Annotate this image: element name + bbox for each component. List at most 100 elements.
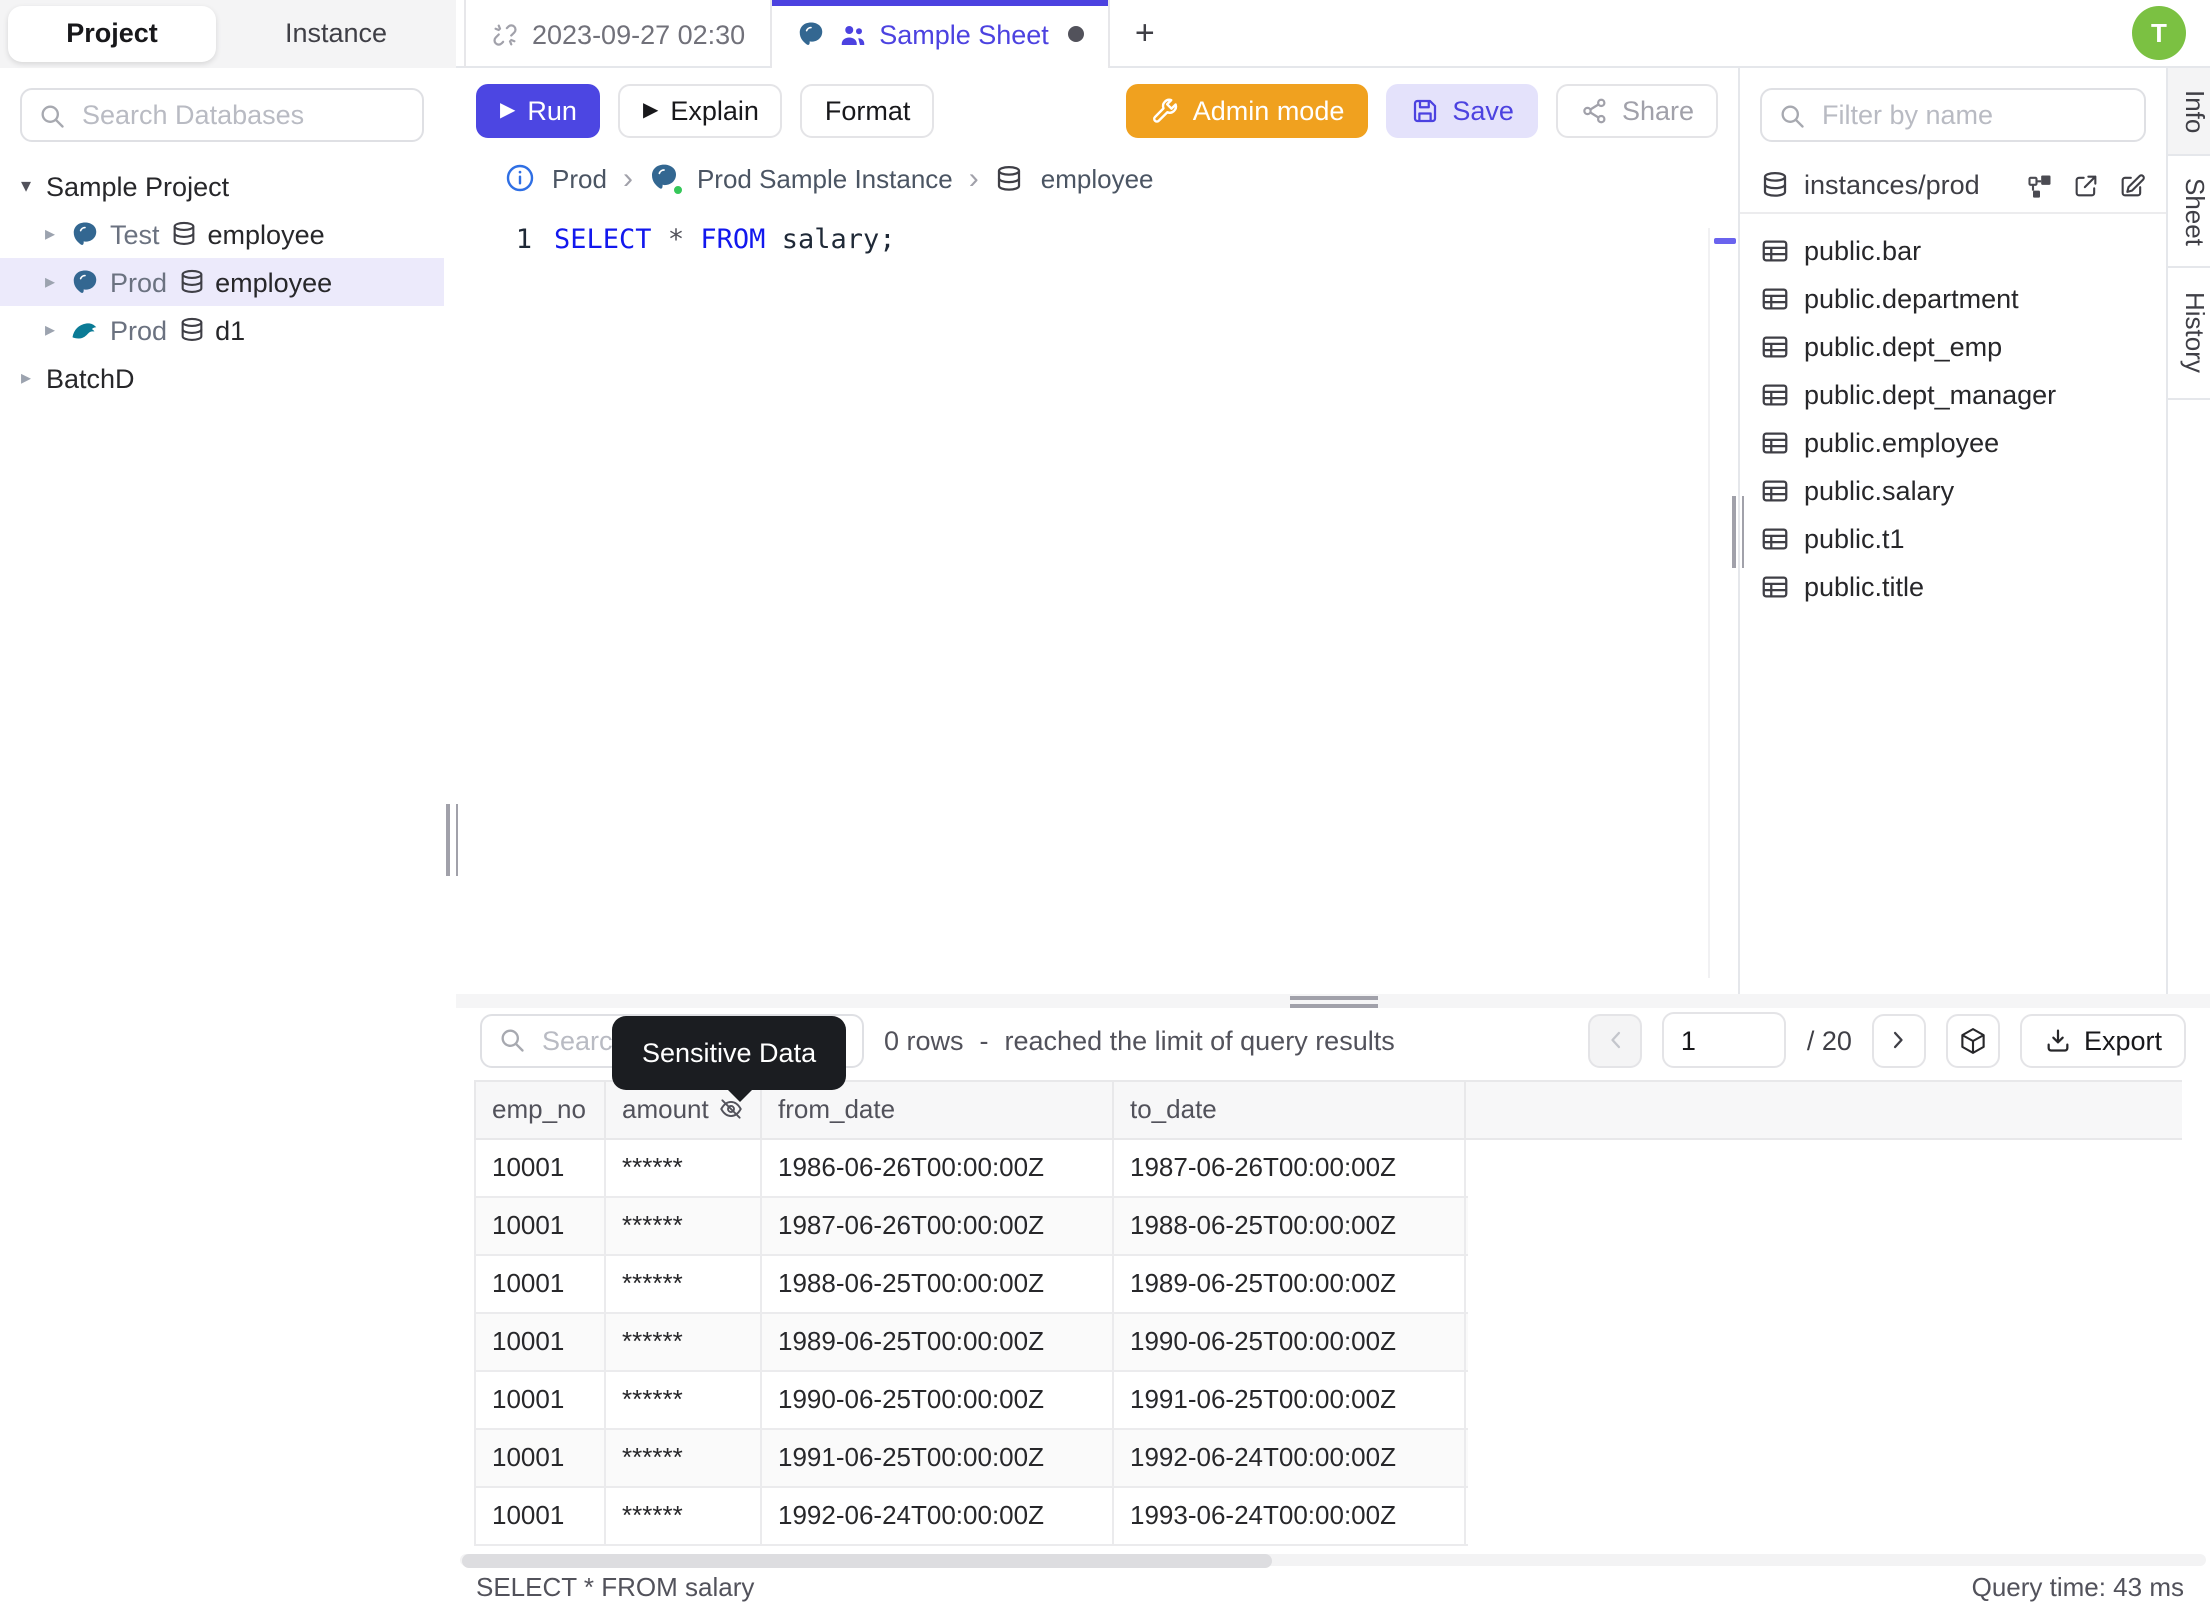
results-resize-divider[interactable]	[456, 994, 2210, 1008]
sheet-tab-active[interactable]: Sample Sheet	[771, 0, 1111, 68]
scrollbar-thumb[interactable]	[462, 1553, 1272, 1568]
instance-actions	[2026, 171, 2146, 199]
table-icon	[1762, 383, 1788, 405]
tree-item-test-employee[interactable]: ▸ Test employee	[0, 210, 444, 258]
prev-page-button[interactable]	[1588, 1013, 1643, 1068]
breadcrumb-environment[interactable]: Prod	[552, 163, 607, 193]
cell-amount-masked: ******	[606, 1429, 762, 1486]
right-panel-resize-handle[interactable]	[1732, 495, 1744, 567]
table-filter-input[interactable]	[1818, 98, 2128, 132]
sheet-tab-label: Sample Sheet	[879, 19, 1049, 49]
external-link-icon[interactable]	[2072, 171, 2100, 199]
caret-right-icon[interactable]: ▸	[40, 319, 60, 341]
cell-to-date: 1987-06-26T00:00:00Z	[1114, 1139, 1466, 1196]
cube-icon	[1961, 1027, 1985, 1054]
share-icon	[1583, 97, 1606, 123]
table-list-item[interactable]: public.salary	[1740, 466, 2166, 514]
instance-header: instances/prod	[1740, 158, 2166, 214]
cell-from-date: 1986-06-26T00:00:00Z	[762, 1139, 1114, 1196]
cell-from-date: 1990-06-25T00:00:00Z	[762, 1371, 1114, 1428]
tree-item-prod-employee-selected[interactable]: ▸ Prod employee	[0, 258, 444, 306]
editor-scrollbar[interactable]	[1708, 228, 1738, 978]
table-name: public.salary	[1804, 475, 1955, 505]
table-row[interactable]: 10001 ****** 1992-06-24T00:00:00Z 1993-06-2…	[474, 1487, 1468, 1546]
column-header-emp-no[interactable]: emp_no	[476, 1081, 606, 1138]
tab-history[interactable]: History	[2168, 268, 2210, 400]
admin-mode-button[interactable]: Admin mode	[1126, 83, 1369, 137]
table-row[interactable]: 10001 ****** 1989-06-25T00:00:00Z 1990-06-2…	[474, 1313, 1468, 1372]
breadcrumb-instance[interactable]: Prod Sample Instance	[697, 163, 953, 193]
cell-amount-masked: ******	[606, 1371, 762, 1428]
avatar[interactable]: T	[2132, 6, 2186, 60]
table-row[interactable]: 10001 ****** 1987-06-26T00:00:00Z 1988-06-2…	[474, 1197, 1468, 1256]
column-header-to-date[interactable]: to_date	[1114, 1081, 1466, 1138]
sheet-tab-unsaved[interactable]: 2023-09-27 02:30	[464, 0, 772, 68]
line-number: 1	[515, 224, 532, 256]
unsaved-dot-icon	[1068, 26, 1085, 42]
resize-handle-icon[interactable]	[1289, 996, 1377, 1007]
new-tab-button[interactable]: +	[1111, 0, 1179, 68]
table-row[interactable]: 10001 ****** 1991-06-25T00:00:00Z 1992-06-2…	[474, 1429, 1468, 1488]
page-total: / 20	[1806, 1025, 1852, 1056]
wrench-icon	[1153, 97, 1178, 122]
table-list-item[interactable]: public.title	[1740, 562, 2166, 610]
explain-button[interactable]: ▶ Explain	[618, 83, 783, 137]
sql-editor[interactable]: 1 SELECT * FROM salary;	[456, 204, 1738, 994]
tab-sheet[interactable]: Sheet	[2168, 156, 2210, 268]
table-row[interactable]: 10001 ****** 1986-06-26T00:00:00Z 1987-06-2…	[474, 1139, 1468, 1198]
cell-to-date: 1991-06-25T00:00:00Z	[1114, 1371, 1466, 1428]
database-label: employee	[207, 219, 325, 249]
results-table: emp_no amount from_date to_date 10001 ***…	[474, 1079, 2210, 1546]
database-search-input[interactable]	[78, 98, 406, 132]
editor-toolbar: ▶ Run ▶ Explain Format Admin mode Save S…	[456, 68, 1738, 152]
table-list-item[interactable]: public.employee	[1740, 418, 2166, 466]
table-row[interactable]: 10001 ****** 1988-06-25T00:00:00Z 1989-06-2…	[474, 1255, 1468, 1314]
cell-emp-no: 10001	[476, 1313, 606, 1370]
table-list-item[interactable]: public.t1	[1740, 514, 2166, 562]
top-bar: Project Instance 2023-09-27 02:30 Sample…	[0, 0, 2210, 68]
table-name: public.department	[1804, 283, 2019, 313]
format-button[interactable]: Format	[800, 83, 935, 137]
cell-from-date: 1988-06-25T00:00:00Z	[762, 1255, 1114, 1312]
info-icon[interactable]	[504, 162, 536, 194]
save-button[interactable]: Save	[1386, 83, 1538, 137]
table-filter[interactable]	[1760, 88, 2146, 142]
tab-project[interactable]: Project	[8, 6, 216, 62]
status-dot-green	[672, 184, 685, 196]
table-list-item[interactable]: public.bar	[1740, 226, 2166, 274]
sql-statement: SELECT * FROM salary;	[554, 224, 896, 256]
connection-breadcrumb: Prod › Prod Sample Instance › employee	[456, 152, 1738, 204]
cell-to-date: 1990-06-25T00:00:00Z	[1114, 1313, 1466, 1370]
table-list-item[interactable]: public.dept_emp	[1740, 322, 2166, 370]
upper-area: ▶ Run ▶ Explain Format Admin mode Save S…	[456, 68, 2210, 994]
table-list-item[interactable]: public.dept_manager	[1740, 370, 2166, 418]
caret-right-icon[interactable]: ▸	[40, 271, 60, 293]
edit-icon[interactable]	[2118, 171, 2146, 199]
database-search[interactable]	[20, 88, 424, 142]
breadcrumb-database[interactable]: employee	[1041, 163, 1154, 193]
caret-right-icon[interactable]: ▸	[16, 367, 36, 389]
caret-down-icon[interactable]: ▾	[16, 175, 36, 197]
results-horizontal-scrollbar[interactable]	[460, 1553, 2206, 1568]
tree-item-prod-d1[interactable]: ▸ Prod d1	[0, 306, 444, 354]
cell-emp-no: 10001	[476, 1371, 606, 1428]
table-list-item[interactable]: public.department	[1740, 274, 2166, 322]
tab-instance[interactable]: Instance	[216, 6, 456, 62]
play-icon: ▶	[500, 99, 516, 121]
page-number-input[interactable]	[1662, 1012, 1787, 1069]
run-button[interactable]: ▶ Run	[476, 83, 601, 137]
cell-to-date: 1989-06-25T00:00:00Z	[1114, 1255, 1466, 1312]
sidebar-resize-divider[interactable]	[444, 68, 458, 1610]
caret-right-icon[interactable]: ▸	[40, 223, 60, 245]
share-button[interactable]: Share	[1555, 83, 1718, 137]
sheet-tab-label: 2023-09-27 02:30	[532, 19, 746, 49]
visualize-button[interactable]	[1945, 1013, 2000, 1068]
tree-item-batchd[interactable]: ▸ BatchD	[0, 354, 444, 402]
next-page-button[interactable]	[1871, 1013, 1926, 1068]
tree-item-project[interactable]: ▾ Sample Project	[0, 162, 444, 210]
export-button[interactable]: Export	[2019, 1013, 2186, 1068]
table-row[interactable]: 10001 ****** 1990-06-25T00:00:00Z 1991-06-2…	[474, 1371, 1468, 1430]
database-label: d1	[215, 315, 246, 345]
tab-info[interactable]: Info	[2168, 68, 2210, 156]
schema-diagram-icon[interactable]	[2026, 171, 2054, 199]
